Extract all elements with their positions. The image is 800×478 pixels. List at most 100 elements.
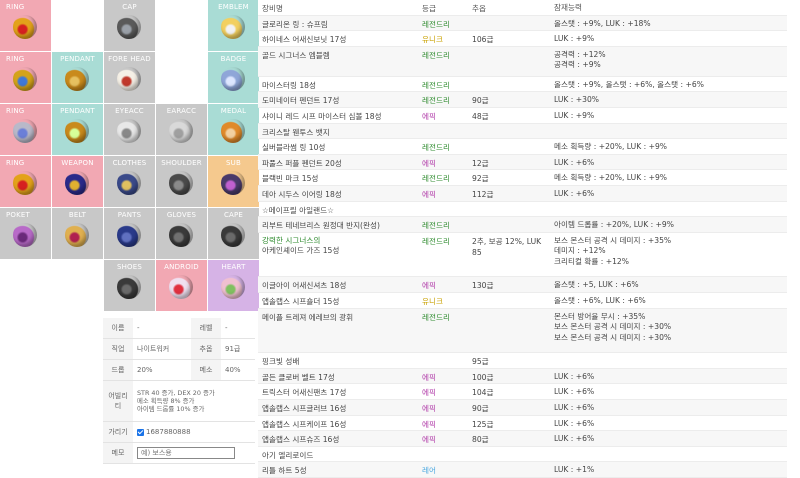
potential-line: 데미지 : +12% [554, 246, 606, 256]
potential-line: 올스탯 : +9%, 올스탯 : +6%, 올스탯 : +6% [554, 79, 704, 89]
slot-pendant1[interactable]: PENDANT [52, 52, 103, 103]
slot-label: ANDROID [164, 263, 199, 271]
item-star-line-2: 85 [472, 247, 482, 257]
item-name: 앱솔랩스 시프케이프 16성 [262, 419, 347, 429]
slot-badge[interactable]: BADGE [208, 52, 259, 103]
potential-line: 메소 획득량 : +20%, LUK : +9% [554, 173, 667, 183]
poket-icon [13, 223, 37, 247]
slot-label: EMBLEM [218, 3, 249, 11]
earring-icon [169, 119, 193, 143]
item-name: 트릭스터 어새신팬츠 17성 [262, 388, 347, 398]
slot-label: WEAPON [61, 159, 94, 167]
item-potential: LUK : +6% [554, 372, 594, 383]
slot-label: RING [6, 3, 25, 11]
item-name: 글로리온 링 : 슈프림 [262, 19, 328, 29]
slot-poket[interactable]: POKET [0, 208, 51, 259]
slot-forehead[interactable]: FORE HEAD [104, 52, 155, 103]
table-row: 도미네이터 펜던트 17성 레전드리 90급 LUK : +30% [258, 92, 787, 109]
table-row: 마이스터링 18성 레전드리 올스탯 : +9%, 올스탯 : +6%, 올스탯 :… [258, 77, 787, 93]
emblem-icon [221, 15, 245, 39]
item-name-line-1: 강력한 시그너스의 [262, 235, 321, 245]
slot-cape[interactable]: CAPE [208, 208, 259, 259]
slot-ring3[interactable]: RING [0, 104, 51, 155]
slot-ring1[interactable]: RING [0, 0, 51, 51]
header-star: 추옵 [472, 4, 486, 13]
slot-label: RING [6, 55, 25, 63]
memo-input[interactable] [137, 447, 235, 459]
slot-ring2[interactable]: RING [0, 52, 51, 103]
potential-line: LUK : +30% [554, 95, 600, 105]
item-potential: 올스탯 : +5, LUK : +6% [554, 280, 639, 291]
slot-eyeacc[interactable]: EYEACC [104, 104, 155, 155]
slot-heart[interactable]: HEART [208, 260, 259, 311]
item-grade: 유니크 [422, 35, 443, 45]
item-name: 샤이니 레드 시프 마이스터 심볼 18성 [262, 112, 382, 122]
ability-label: 어빌리티 [103, 380, 133, 422]
potential-line: 올스탯 : +9%, LUK : +18% [554, 18, 651, 28]
slot-label: PANTS [117, 211, 142, 219]
item-star-option: 92급 [472, 174, 489, 184]
potential-line: 보스 몬스터 공격 시 데미지 : +35% [554, 235, 672, 245]
slot-emblem[interactable]: EMBLEM [208, 0, 259, 51]
slot-blank2 [156, 0, 207, 51]
item-grade: 에픽 [422, 388, 436, 398]
item-name: 데아 시두스 이어링 18성 [262, 189, 342, 199]
card-icon [117, 67, 141, 91]
item-name: 리틀 하트 5성 [262, 466, 307, 476]
slot-weapon[interactable]: WEAPON [52, 156, 103, 207]
pants-icon [117, 223, 141, 247]
badge-icon [221, 67, 245, 91]
item-star-option: 2추, 보공 12%, LUK 85 [472, 236, 552, 258]
shoes-icon [117, 275, 141, 299]
slot-label: PENDANT [60, 55, 95, 63]
item-potential: LUK : +9% [554, 111, 594, 122]
item-grade: 레전드리 [422, 236, 450, 246]
table-row: 리틀 하트 5성 레어 LUK : +1% [258, 462, 787, 478]
table-row: 아기 엘리로이드 [258, 447, 787, 463]
slot-pants[interactable]: PANTS [104, 208, 155, 259]
item-grade: 레전드리 [422, 174, 450, 184]
android-icon [169, 275, 193, 299]
slot-label: RING [6, 107, 25, 115]
table-row: 크리스탈 웬투스 뱃지 [258, 123, 787, 140]
item-potential: 아이템 드롭률 : +20%, LUK : +9% [554, 220, 674, 231]
slot-earacc[interactable]: EARACC [156, 104, 207, 155]
slot-label: RING [6, 159, 25, 167]
item-star-option: 130급 [472, 281, 494, 291]
item-star-option: 90급 [472, 403, 489, 413]
slot-medal[interactable]: MEDAL [208, 104, 259, 155]
table-row: 골든 클로버 벨트 17성 에픽 100급 LUK : +6% [258, 368, 787, 385]
item-name: 실버블라썸 링 10성 [262, 143, 326, 153]
table-row: 실버블라썸 링 10성 레전드리 메소 획득량 : +20%, LUK : +9% [258, 139, 787, 155]
item-grade: 레어 [422, 466, 436, 476]
cape-icon [221, 223, 245, 247]
item-star-option: 48급 [472, 112, 489, 122]
slot-pendant2[interactable]: PENDANT [52, 104, 103, 155]
item-name: 앱솔랩스 시프숄더 15성 [262, 296, 340, 306]
table-row: 블랙빈 마크 15성 레전드리 92급 메소 획득량 : +20%, LUK : +9… [258, 170, 787, 186]
ability-value: STR 40 증가, DEX 20 증가 메소 획득량 8% 증가 아이템 드롭… [133, 380, 255, 422]
slot-shoes[interactable]: SHOES [104, 260, 155, 311]
item-name: 마이스터링 18성 [262, 80, 316, 90]
slot-ring4[interactable]: RING [0, 156, 51, 207]
table-row: 파풀스 퍼플 펜던트 20성 에픽 12급 LUK : +6% [258, 154, 787, 171]
medal-icon [221, 119, 245, 143]
item-name: 파풀스 퍼플 펜던트 20성 [262, 158, 342, 168]
item-name: 크리스탈 웬투스 뱃지 [262, 127, 330, 137]
item-name: 메이플 트레져 에레브의 광휘 [262, 312, 354, 322]
slot-belt[interactable]: BELT [52, 208, 103, 259]
slot-clothes[interactable]: CLOTHES [104, 156, 155, 207]
slot-sub[interactable]: SUB [208, 156, 259, 207]
hide-checkbox[interactable] [137, 428, 144, 436]
item-star-line-1: 2추, 보공 12%, LUK [472, 236, 542, 246]
job-value: 나이트워커 [133, 338, 191, 360]
item-potential: LUK : +30% [554, 95, 599, 106]
slot-blank4 [0, 260, 51, 311]
slot-android[interactable]: ANDROID [156, 260, 207, 311]
item-grade: 레전드리 [422, 221, 450, 231]
clothes-icon [117, 171, 141, 195]
item-name: 도미네이터 펜던트 17성 [262, 96, 340, 106]
slot-shoulder[interactable]: SHOULDER [156, 156, 207, 207]
slot-gloves[interactable]: GLOVES [156, 208, 207, 259]
slot-cap[interactable]: CAP [104, 0, 155, 51]
